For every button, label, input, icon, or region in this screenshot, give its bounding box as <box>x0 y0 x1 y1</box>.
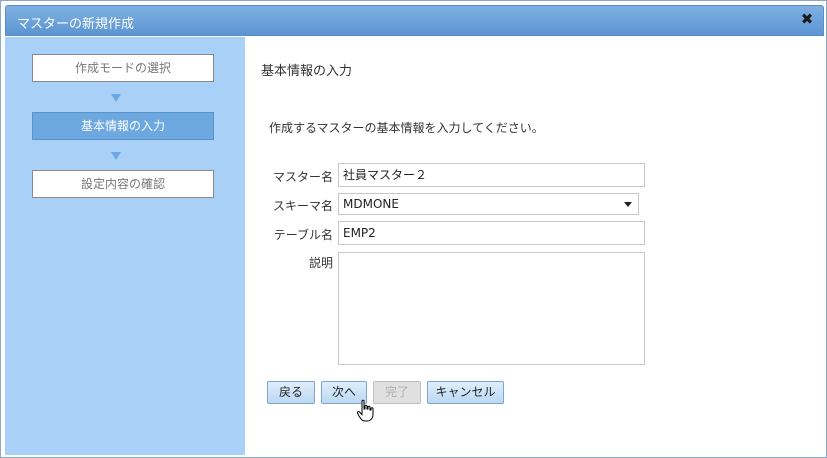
description-label: 説明 <box>308 256 333 270</box>
main-panel: 基本情報の入力 作成するマスターの基本情報を入力してください。 マスター名 社員… <box>245 37 824 455</box>
dialog-titlebar: マスターの新規作成 ✖ <box>5 5 824 36</box>
master-name-label: マスター名 <box>272 170 333 184</box>
master-name-input[interactable]: 社員マスター２ <box>338 163 645 187</box>
back-button[interactable]: 戻る <box>267 381 315 404</box>
finish-button: 完了 <box>373 381 421 404</box>
schema-name-select[interactable]: MDMONE <box>338 193 639 215</box>
table-name-input[interactable]: EMP2 <box>338 221 645 245</box>
step-arrow-down-icon <box>111 152 121 160</box>
section-title: 基本情報の入力 <box>261 64 353 79</box>
table-name-label: テーブル名 <box>273 228 333 242</box>
step-arrow-down-icon <box>111 94 121 102</box>
schema-name-value: MDMONE <box>343 197 399 211</box>
cancel-button[interactable]: キャンセル <box>427 381 504 404</box>
dialog: マスターの新規作成 ✖ 作成モードの選択 基本情報の入力 設定内容の確認 基本情… <box>0 0 827 458</box>
chevron-down-icon <box>624 202 632 207</box>
step-confirm-settings: 設定内容の確認 <box>32 170 214 198</box>
schema-name-label: スキーマ名 <box>272 199 333 213</box>
description-textarea[interactable] <box>338 252 645 365</box>
hand-cursor-icon <box>356 399 374 422</box>
instruction-text: 作成するマスターの基本情報を入力してください。 <box>269 121 544 135</box>
step-basic-info: 基本情報の入力 <box>32 112 214 140</box>
close-icon[interactable]: ✖ <box>799 11 815 27</box>
wizard-steps-sidebar: 作成モードの選択 基本情報の入力 設定内容の確認 <box>5 37 245 455</box>
dialog-title: マスターの新規作成 <box>17 17 135 32</box>
step-select-mode: 作成モードの選択 <box>32 54 214 82</box>
